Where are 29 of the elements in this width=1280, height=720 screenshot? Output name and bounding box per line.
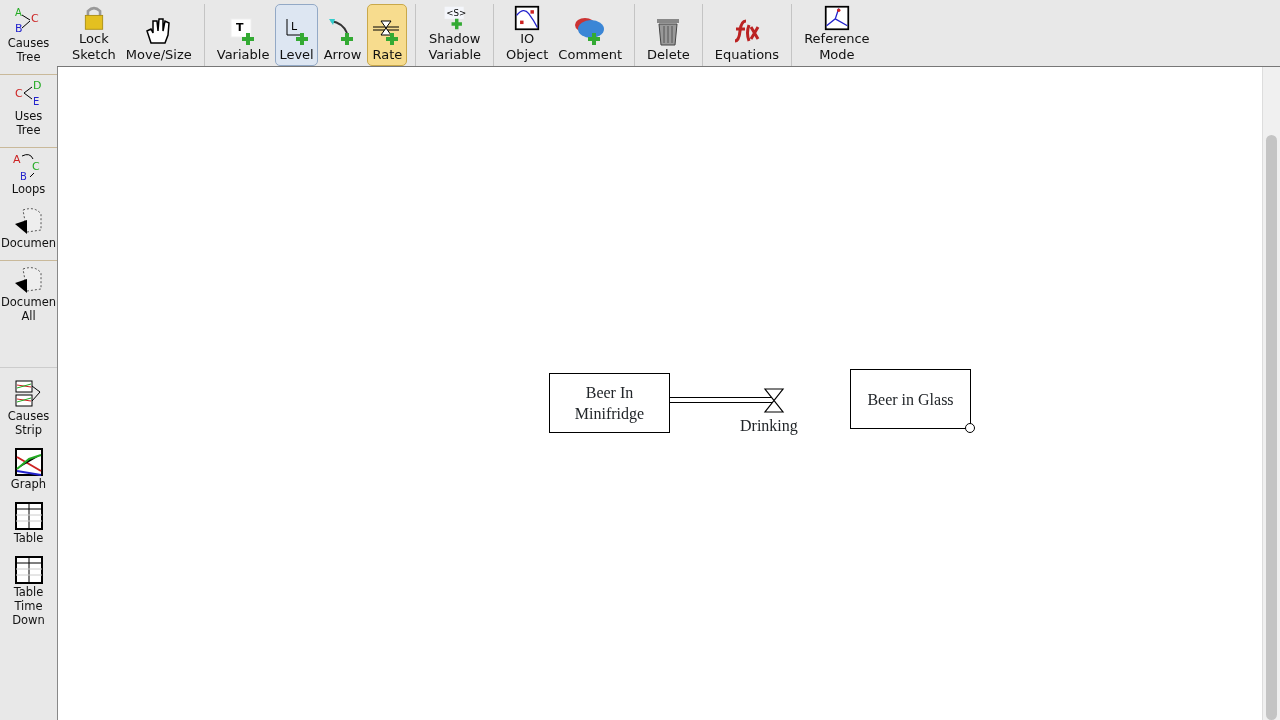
selection-handle[interactable] <box>965 423 975 433</box>
toolbar-tool-button[interactable]: T Variable <box>212 4 274 66</box>
toolbar-tool-button[interactable]: Delete <box>643 4 694 66</box>
scrollbar-thumb[interactable] <box>1266 135 1277 720</box>
sidebar-tool-button[interactable]: Table Time Down <box>10 554 47 630</box>
toolbar-tool-button[interactable]: Arrow <box>319 4 366 66</box>
sidebar-tool-button[interactable]: A C B Causes Tree <box>5 5 52 67</box>
sidebar-tool-button[interactable]: Causes Strip <box>5 378 52 440</box>
toolbar-tool-button[interactable]: Rate <box>367 4 408 66</box>
graph-icon <box>12 447 45 477</box>
toolbar-tool-button[interactable]: Lock Sketch <box>68 4 120 66</box>
toolbar-tool-button[interactable]: Move/Size <box>121 4 196 66</box>
toolbar-tool-button[interactable]: Equations <box>710 4 784 66</box>
sidebar-tool-button[interactable]: Table <box>10 500 47 548</box>
sidebar-tool-button[interactable]: A C B Loops <box>9 151 48 199</box>
table-icon <box>12 501 45 531</box>
rate-label: Drinking <box>740 416 798 437</box>
table-icon <box>12 555 45 585</box>
stock-node: Beer in Glass <box>850 369 971 429</box>
sidebar-tool-button[interactable]: Documen All <box>0 264 57 326</box>
toolbar-tool-button[interactable]: Comment <box>554 4 627 66</box>
toolbar-tool-button[interactable]: Reference Mode <box>800 4 874 66</box>
sidebar-tool-button[interactable]: Documen <box>0 205 57 253</box>
toolbar-tool-button[interactable]: <S> Shadow Variable <box>424 4 485 66</box>
toolbar-tool-button[interactable]: L Level <box>275 4 318 66</box>
speech-bubble-plus-icon <box>574 17 607 47</box>
toolbar-tool-button[interactable]: IO Object <box>502 4 553 66</box>
sidebar-tool-button[interactable]: Graph <box>8 446 49 494</box>
stock-node: Beer In Minifridge <box>549 373 670 433</box>
